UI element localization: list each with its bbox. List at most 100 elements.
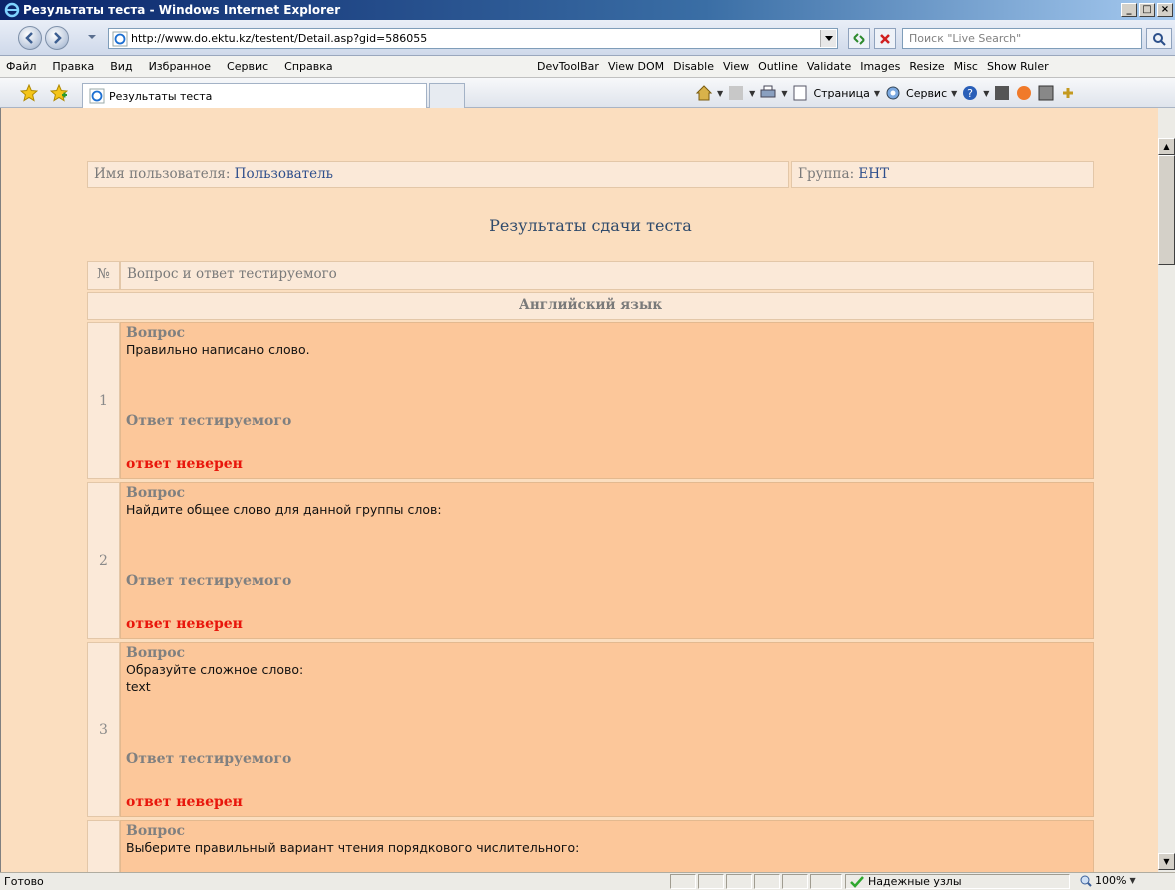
- back-button[interactable]: [18, 26, 42, 50]
- answer-label: Ответ тестируемого: [126, 413, 292, 429]
- tools-menu-button[interactable]: Сервис: [906, 87, 947, 100]
- column-header-number: №: [87, 261, 120, 290]
- feeds-dropdown-icon[interactable]: ▼: [749, 89, 755, 98]
- group-link[interactable]: ЕНТ: [858, 166, 889, 182]
- question-text: Правильно написано слово.: [126, 342, 310, 357]
- help-dropdown-icon[interactable]: ▼: [983, 89, 989, 98]
- ie-logo-icon: [4, 2, 20, 18]
- question-extra: text: [126, 679, 151, 694]
- research-icon[interactable]: [993, 84, 1011, 102]
- stop-icon: [880, 33, 890, 44]
- zoom-icon: [1080, 875, 1092, 887]
- question-body: Вопрос Выберите правильный вариант чтени…: [120, 820, 1094, 872]
- close-button[interactable]: ×: [1157, 3, 1173, 17]
- question-body: Вопрос Образуйте сложное слово: text Отв…: [120, 642, 1094, 817]
- scroll-up-button[interactable]: ▲: [1158, 138, 1175, 155]
- misc-item[interactable]: Misc: [954, 60, 978, 73]
- home-icon[interactable]: [695, 84, 713, 102]
- user-cell: Имя пользователя: Пользователь: [87, 161, 789, 188]
- forward-button[interactable]: [45, 26, 69, 50]
- search-input[interactable]: Поиск "Live Search": [902, 28, 1142, 49]
- question-label: Вопрос: [126, 485, 186, 501]
- security-zone-label: Надежные узлы: [868, 875, 962, 888]
- toolbar-extension-icon[interactable]: [1037, 84, 1055, 102]
- scroll-down-button[interactable]: ▼: [1158, 853, 1175, 870]
- status-panel: [670, 874, 696, 889]
- resize-item[interactable]: Resize: [909, 60, 944, 73]
- window-title-bar: Результаты теста - Windows Internet Expl…: [0, 0, 1175, 20]
- page-menu-button[interactable]: Страница: [813, 87, 869, 100]
- menu-tools[interactable]: Сервис: [227, 60, 268, 73]
- question-label: Вопрос: [126, 823, 186, 839]
- chevron-down-icon: [824, 35, 833, 41]
- scroll-thumb[interactable]: [1158, 155, 1175, 265]
- group-cell: Группа: ЕНТ: [791, 161, 1094, 188]
- print-dropdown-icon[interactable]: ▼: [781, 89, 787, 98]
- question-row: 3 Вопрос Образуйте сложное слово: text О…: [87, 642, 1094, 817]
- refresh-button[interactable]: [848, 28, 870, 49]
- zoom-control[interactable]: 100% ▼: [1080, 874, 1136, 887]
- question-label: Вопрос: [126, 325, 186, 341]
- menu-bar: Файл Правка Вид Избранное Сервис Справка…: [0, 56, 1175, 78]
- favorites-star-icon[interactable]: [20, 84, 38, 102]
- validate-item[interactable]: Validate: [807, 60, 851, 73]
- help-icon[interactable]: ?: [961, 84, 979, 102]
- question-body: Вопрос Правильно написано слово. Ответ т…: [120, 322, 1094, 479]
- tools-dropdown-icon[interactable]: ▼: [951, 89, 957, 98]
- address-dropdown-button[interactable]: [820, 30, 836, 47]
- minimize-button[interactable]: _: [1121, 3, 1137, 17]
- search-button[interactable]: [1146, 28, 1172, 49]
- show-ruler-item[interactable]: Show Ruler: [987, 60, 1049, 73]
- status-text: Готово: [4, 875, 44, 888]
- tab-results[interactable]: Результаты теста: [82, 83, 427, 108]
- column-header-question: Вопрос и ответ тестируемого: [120, 261, 1094, 290]
- page-icon: [791, 84, 809, 102]
- subject-header: Английский язык: [87, 292, 1094, 320]
- view-dom-item[interactable]: View DOM: [608, 60, 664, 73]
- question-text: Образуйте сложное слово:: [126, 662, 304, 677]
- question-text: Выберите правильный вариант чтения поряд…: [126, 840, 580, 855]
- menu-file[interactable]: Файл: [6, 60, 36, 73]
- page-dropdown-icon[interactable]: ▼: [874, 89, 880, 98]
- feeds-icon[interactable]: [727, 84, 745, 102]
- checkmark-icon: [850, 875, 864, 888]
- history-dropdown-icon[interactable]: [87, 32, 97, 42]
- menu-help[interactable]: Справка: [284, 60, 332, 73]
- new-tab-button[interactable]: [429, 83, 465, 108]
- menu-view[interactable]: Вид: [110, 60, 132, 73]
- home-dropdown-icon[interactable]: ▼: [717, 89, 723, 98]
- images-item[interactable]: Images: [860, 60, 900, 73]
- group-label: Группа:: [798, 166, 855, 182]
- outline-item[interactable]: Outline: [758, 60, 798, 73]
- disable-item[interactable]: Disable: [673, 60, 714, 73]
- menu-edit[interactable]: Правка: [52, 60, 94, 73]
- toolbar-options-icon[interactable]: [1059, 84, 1077, 102]
- print-icon[interactable]: [759, 84, 777, 102]
- question-number: 2: [87, 482, 120, 639]
- maximize-button[interactable]: □: [1139, 3, 1155, 17]
- vertical-scrollbar[interactable]: ▲ ▼: [1158, 108, 1175, 872]
- address-bar[interactable]: http://www.do.ektu.kz/testent/Detail.asp…: [108, 28, 838, 49]
- security-zone[interactable]: Надежные узлы: [845, 874, 1070, 889]
- user-name-link[interactable]: Пользователь: [235, 166, 333, 182]
- question-body: Вопрос Найдите общее слово для данной гр…: [120, 482, 1094, 639]
- command-bar: Результаты теста ▼ ▼ ▼ Страница ▼ Сервис…: [0, 78, 1175, 108]
- add-favorite-icon[interactable]: [50, 84, 68, 102]
- stop-button[interactable]: [874, 28, 896, 49]
- search-icon: [1153, 32, 1166, 46]
- question-number: 1: [87, 322, 120, 479]
- menu-favorites[interactable]: Избранное: [149, 60, 211, 73]
- question-row: Вопрос Выберите правильный вариант чтени…: [87, 820, 1094, 872]
- devtoolbar-item[interactable]: DevToolBar: [537, 60, 599, 73]
- question-label: Вопрос: [126, 645, 186, 661]
- question-number: 3: [87, 642, 120, 817]
- zoom-dropdown-icon[interactable]: ▼: [1129, 876, 1135, 885]
- answer-label: Ответ тестируемого: [126, 573, 292, 589]
- messenger-icon[interactable]: [1015, 84, 1033, 102]
- question-row: 1 Вопрос Правильно написано слово. Ответ…: [87, 322, 1094, 479]
- wrong-answer-status: ответ неверен: [126, 616, 243, 632]
- view-item[interactable]: View: [723, 60, 749, 73]
- svg-text:?: ?: [967, 87, 973, 100]
- status-panel: [726, 874, 752, 889]
- url-text[interactable]: http://www.do.ektu.kz/testent/Detail.asp…: [131, 32, 820, 45]
